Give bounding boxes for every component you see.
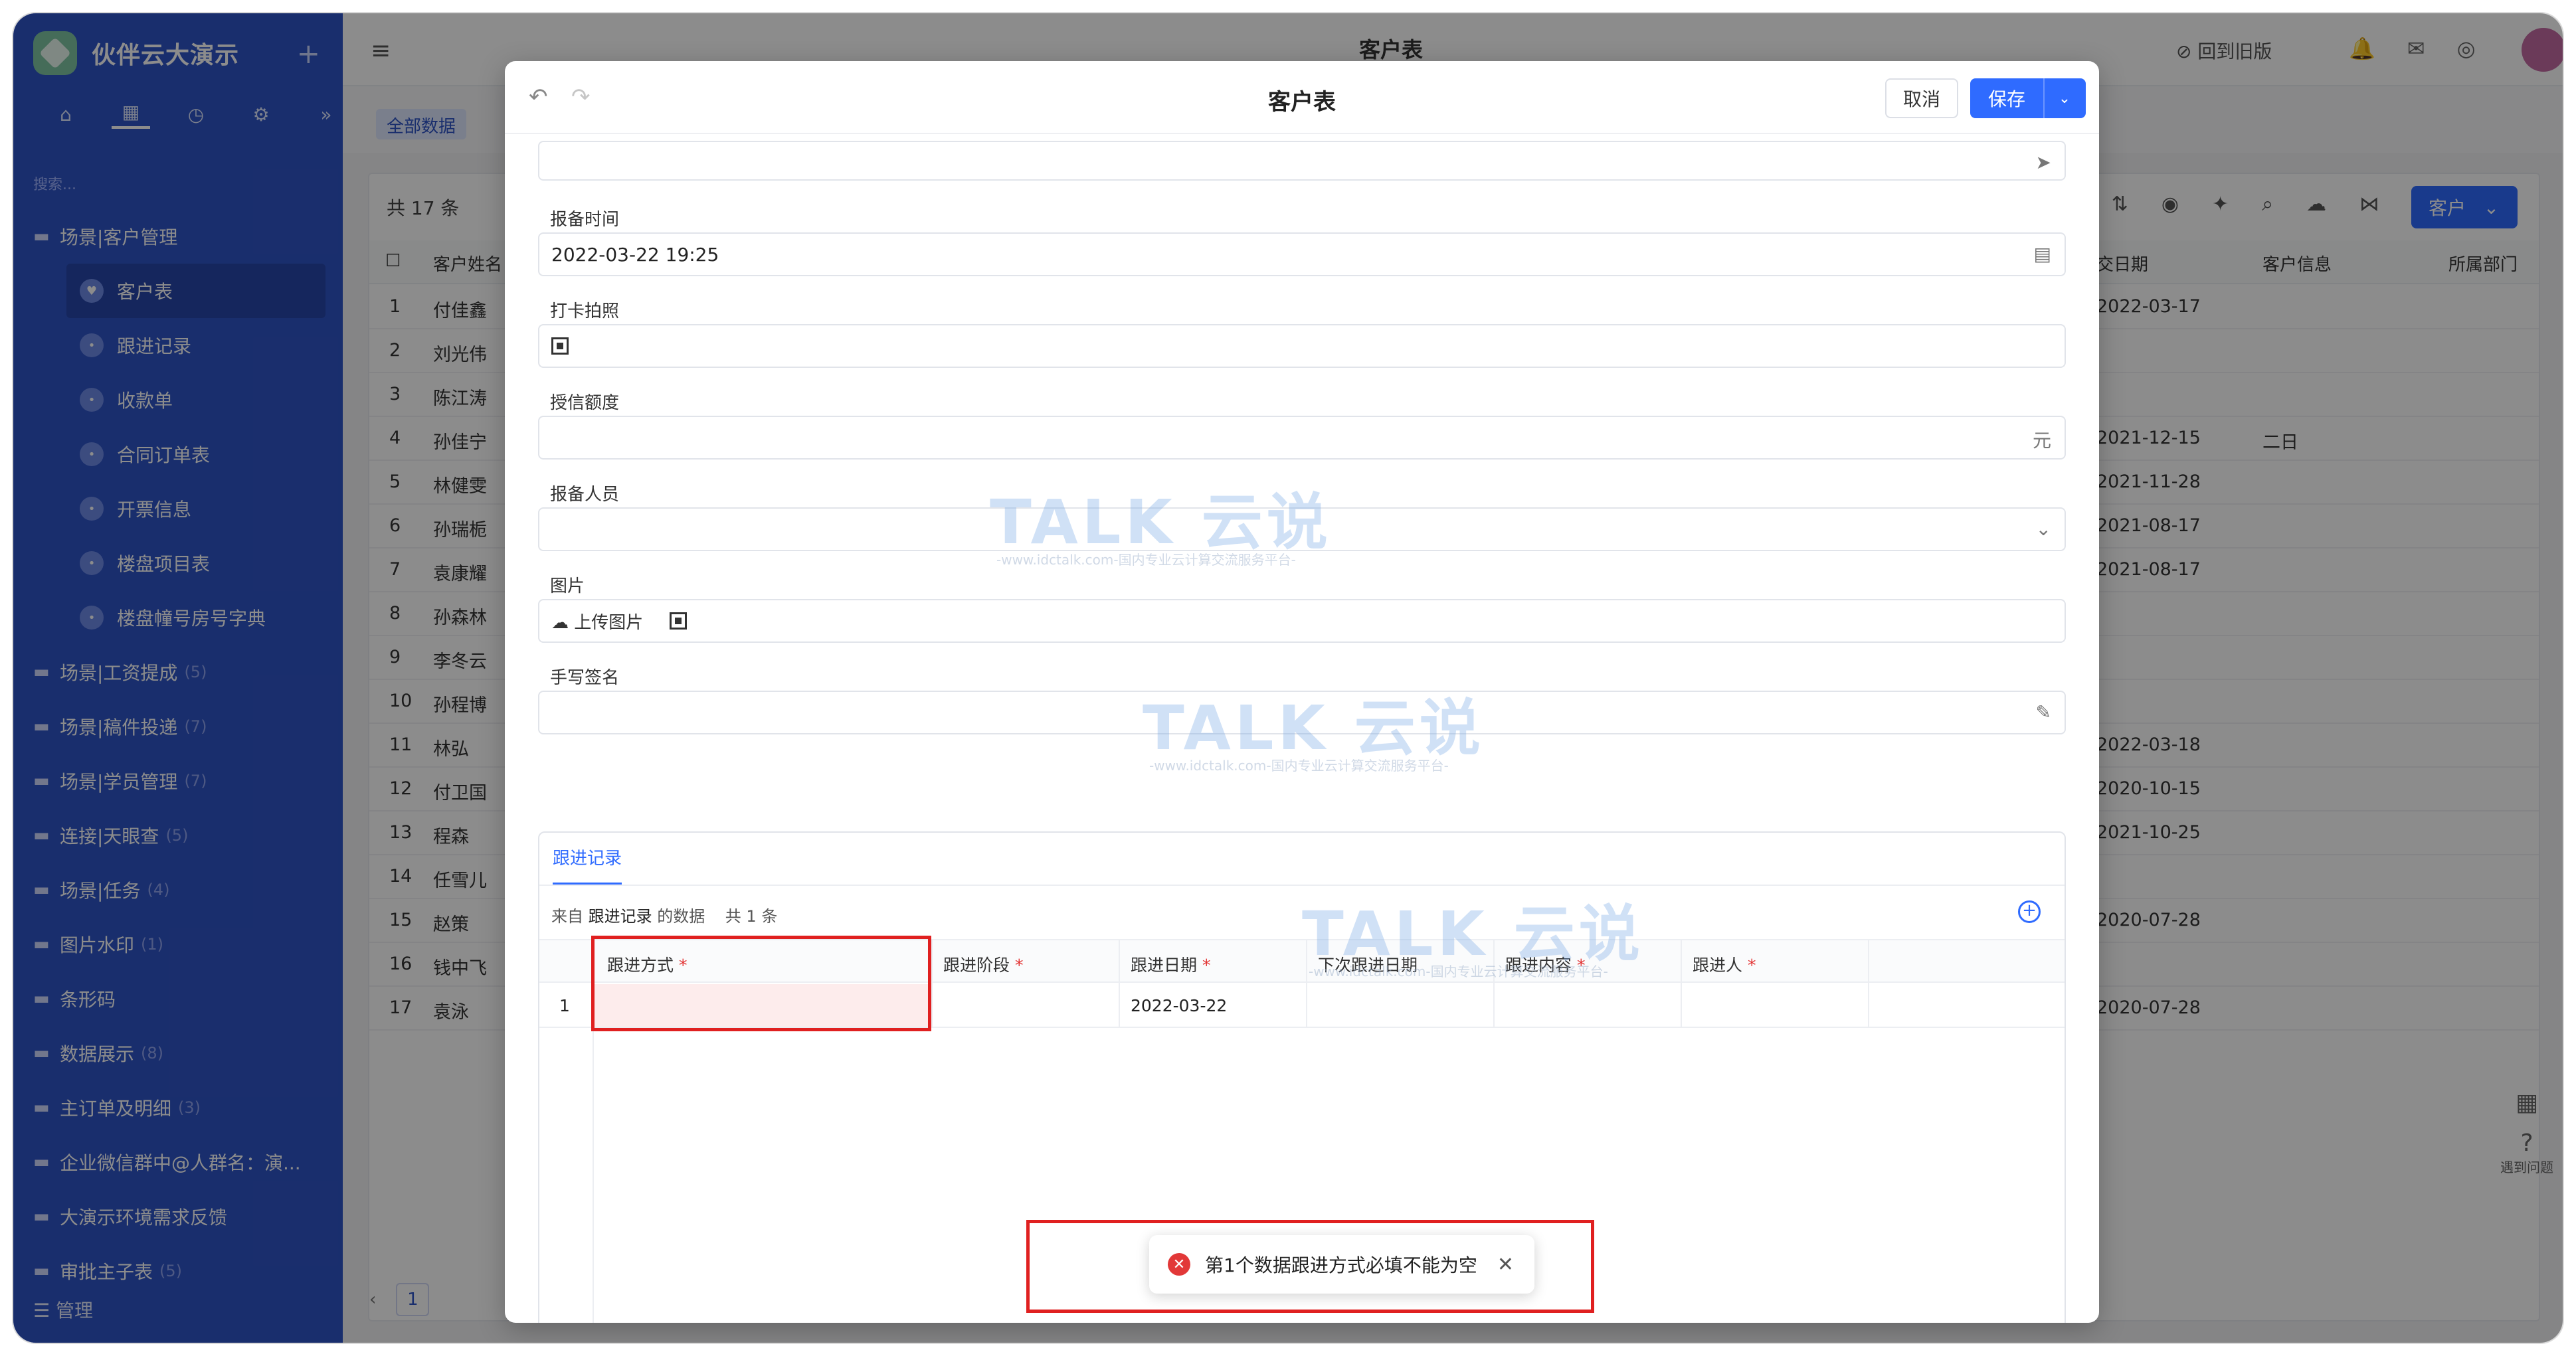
required-star: * <box>1748 956 1756 975</box>
report-time-label: 报备时间 <box>550 210 620 230</box>
report-time-value: 2022-03-22 19:25 <box>551 243 719 266</box>
source-suffix: 的数据 <box>657 907 705 926</box>
dialog-title: 客户表 <box>1268 89 1336 116</box>
add-row-icon[interactable]: + <box>2018 900 2041 923</box>
credit-suffix: 元 <box>2032 430 2051 452</box>
credit-label: 授信额度 <box>550 393 620 413</box>
image-label: 图片 <box>550 576 585 596</box>
error-highlight-box <box>591 936 931 1031</box>
subtable-source: 来自 跟进记录 的数据 共 1 条 <box>551 903 777 926</box>
pen-icon[interactable]: ✎ <box>2036 701 2051 723</box>
app-window: 伙伴云大演示 + ⌂ ▦ ◷ ⚙ » 搜索... ▬ 场景|客户管理 ♥ 客户表 • 跟进… <box>13 13 2563 1343</box>
close-icon[interactable]: ✕ <box>1497 1253 1514 1276</box>
source-name[interactable]: 跟进记录 <box>589 907 652 926</box>
save-dropdown-icon[interactable]: ⌄ <box>2043 78 2084 118</box>
dialog-header: ↶ ↷ 客户表 取消 保存 ⌄ <box>505 61 2099 134</box>
chevron-down-icon[interactable]: ⌄ <box>2036 518 2051 540</box>
tab-followup[interactable]: 跟进记录 <box>553 845 622 885</box>
col-label: 跟进日期 <box>1131 956 1198 975</box>
col-label: 跟进人 <box>1693 956 1743 975</box>
image-field: ☁ 上传图片 <box>538 599 2066 643</box>
required-star: * <box>1202 956 1211 975</box>
calendar-icon[interactable]: ▤ <box>2034 243 2051 265</box>
dialog-body: ➤ 报备时间 2022-03-22 19:25 ▤ 打卡拍照 授信额度 元 报备… <box>538 134 2066 1323</box>
col-divider <box>931 939 933 1028</box>
reporter-label: 报备人员 <box>550 485 620 505</box>
source-prefix: 来自 <box>551 907 583 926</box>
subtable-col-header[interactable]: 跟进人 * <box>1693 952 1756 976</box>
watermark: TALK 云说 <box>1302 885 1644 973</box>
watermark: TALK 云说 <box>990 473 1332 561</box>
credit-field[interactable]: 元 <box>538 416 2066 460</box>
save-button[interactable]: 保存 ⌄ <box>1970 78 2086 118</box>
watermark: TALK 云说 <box>1143 679 1485 767</box>
watermark-sub: -www.idctalk.com-国内专业云计算交流服务平台- <box>1149 758 1449 774</box>
subtable-col-header[interactable]: 跟进日期 * <box>1131 952 1211 976</box>
col-divider <box>1119 939 1120 1028</box>
location-arrow-icon[interactable]: ➤ <box>2036 151 2051 173</box>
error-toast: ✕ 第1个数据跟进方式必填不能为空 ✕ <box>1149 1235 1534 1294</box>
checkin-photo-label: 打卡拍照 <box>550 301 620 321</box>
watermark-text: TALK 云说 <box>1143 693 1485 764</box>
row-number: 1 <box>559 996 570 1015</box>
image-qrcode-icon[interactable] <box>670 612 688 630</box>
watermark-sub: -www.idctalk.com-国内专业云计算交流服务平台- <box>1309 964 1608 979</box>
watermark-sub: -www.idctalk.com-国内专业云计算交流服务平台- <box>996 552 1296 568</box>
checkin-photo-field[interactable] <box>538 324 2066 368</box>
col-divider <box>1868 939 1869 1028</box>
watermark-text: TALK 云说 <box>990 487 1332 558</box>
upload-label: 上传图片 <box>574 612 644 633</box>
location-field[interactable]: ➤ <box>538 141 2066 181</box>
required-star: * <box>1015 956 1024 975</box>
cell-date[interactable]: 2022-03-22 <box>1131 996 1227 1015</box>
error-icon: ✕ <box>1168 1253 1190 1276</box>
qrcode-icon[interactable] <box>551 337 569 355</box>
toast-message: 第1个数据跟进方式必填不能为空 <box>1205 1254 1477 1276</box>
report-time-field[interactable]: 2022-03-22 19:25 ▤ <box>538 232 2066 276</box>
col-divider <box>1681 939 1682 1028</box>
save-label: 保存 <box>1987 88 2025 110</box>
watermark-text: TALK 云说 <box>1302 898 1644 970</box>
record-dialog: ↶ ↷ 客户表 取消 保存 ⌄ ➤ 报备时间 2022-03-22 19:25 … <box>505 61 2099 1323</box>
signature-label: 手写签名 <box>550 668 620 688</box>
subtable-col-header[interactable]: 跟进阶段 * <box>943 952 1024 976</box>
subtable-count: 共 1 条 <box>725 907 778 926</box>
cancel-button[interactable]: 取消 <box>1885 78 1958 118</box>
col-label: 跟进阶段 <box>943 956 1010 975</box>
upload-image-button[interactable]: ☁ 上传图片 <box>551 609 643 634</box>
